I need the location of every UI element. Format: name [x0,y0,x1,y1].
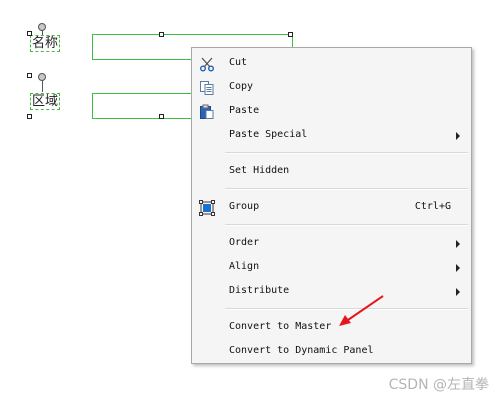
submenu-arrow-icon [456,240,460,248]
menu-item-label: Convert to Master [229,321,332,332]
menu-item-distribute[interactable]: Distribute [192,280,471,304]
watermark: CSDN @左直拳 [388,377,489,393]
resize-handle[interactable] [27,73,32,78]
paste-icon [199,104,215,120]
menu-item-label: Distribute [229,285,290,296]
menu-item-label: Copy [229,81,254,92]
submenu-arrow-icon [456,264,460,272]
menu-item-label: Convert to Dynamic Panel [229,345,374,356]
rotation-stem [42,80,43,92]
rotation-handle[interactable] [38,23,46,31]
menu-item-cut[interactable]: Cut [192,52,471,76]
resize-handle[interactable] [27,31,32,36]
menu-item-set-hidden[interactable]: Set Hidden [192,160,471,184]
menu-item-label: Set Hidden [229,165,290,176]
menu-item-paste-special[interactable]: Paste Special [192,124,471,148]
rotation-handle[interactable] [38,73,46,81]
menu-item-label: Order [229,237,260,248]
menu-item-copy[interactable]: Copy [192,76,471,100]
menu-item-order[interactable]: Order [192,232,471,256]
label-widget-name[interactable]: 名称 [30,35,61,52]
menu-item-group[interactable]: Group Ctrl+G [192,196,471,220]
menu-separator [225,188,468,190]
group-icon [199,200,215,216]
menu-item-convert-to-dynamic-panel[interactable]: Convert to Dynamic Panel [192,340,471,364]
menu-separator [225,224,468,226]
menu-item-label: Group [229,201,260,212]
resize-handle[interactable] [159,32,164,37]
menu-item-label: Paste Special [229,129,308,140]
context-menu: Cut Copy Paste Paste Special Set Hidden … [191,47,472,364]
copy-icon [199,80,215,96]
label-widget-area[interactable]: 区域 [30,93,61,110]
menu-item-align[interactable]: Align [192,256,471,280]
resize-handle[interactable] [27,114,32,119]
menu-item-convert-to-master[interactable]: Convert to Master [192,316,471,340]
menu-separator [225,152,468,154]
menu-item-paste[interactable]: Paste [192,100,471,124]
submenu-arrow-icon [456,288,460,296]
resize-handle[interactable] [159,114,164,119]
menu-item-label: Cut [229,57,248,68]
menu-item-label: Align [229,261,260,272]
submenu-arrow-icon [456,132,460,140]
menu-item-label: Paste [229,105,260,116]
annotation-arrow-icon [339,295,384,326]
textbox-widget-2[interactable] [92,93,204,119]
menu-shortcut: Ctrl+G [414,201,451,212]
scissors-icon [199,56,215,72]
resize-handle[interactable] [288,32,293,37]
